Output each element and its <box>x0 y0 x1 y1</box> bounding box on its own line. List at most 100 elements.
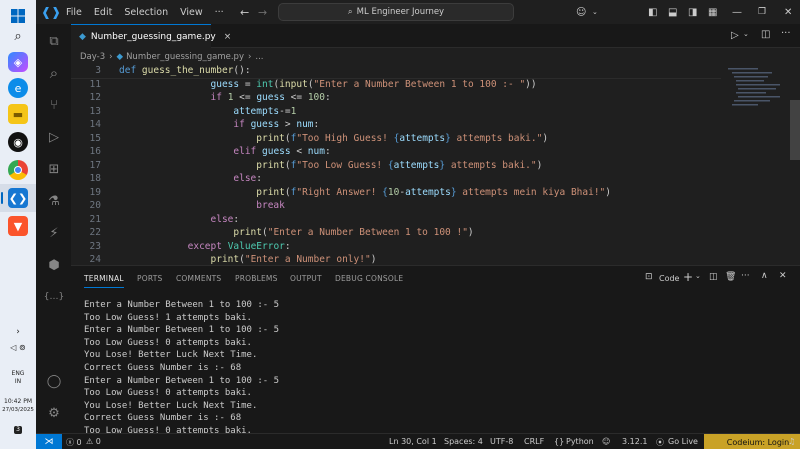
menu-selection[interactable]: Selection <box>124 7 168 18</box>
python-version[interactable]: 3.12.1 <box>622 437 647 446</box>
search-icon[interactable]: ⌕ <box>43 62 65 84</box>
maximize-panel-icon[interactable]: ∧ <box>761 271 768 281</box>
tab-output[interactable]: OUTPUT <box>290 274 322 283</box>
tab-ports[interactable]: PORTS <box>137 274 162 283</box>
file-explorer-icon[interactable]: ▬ <box>8 104 28 124</box>
github-icon[interactable]: ◉ <box>8 132 28 152</box>
run-dropdown-icon[interactable]: ⌄ <box>743 30 749 38</box>
terminal-output[interactable]: Enter a Number Between 1 to 100 :- 5 Too … <box>84 300 279 439</box>
menu-more[interactable]: ··· <box>215 7 224 18</box>
terminal-shell-label[interactable]: Code <box>659 274 679 283</box>
toggle-secondary-sidebar-icon[interactable]: ◨ <box>688 7 697 18</box>
language-mode[interactable]: Python <box>566 437 594 446</box>
tab-problems[interactable]: PROBLEMS <box>235 274 278 283</box>
more-actions-icon[interactable]: ··· <box>741 271 750 281</box>
close-tab-icon[interactable]: × <box>224 32 232 42</box>
command-center-search[interactable]: ⌕ ML Engineer Journey <box>278 3 514 21</box>
tray-language[interactable]: ENG IN <box>0 370 36 386</box>
code-line[interactable]: 15 print(f"Too High Guess! {attempts} att… <box>71 133 721 147</box>
more-actions-icon[interactable]: ··· <box>781 28 791 39</box>
go-live-icon[interactable]: ⦿ <box>656 437 664 448</box>
toggle-panel-icon[interactable]: ⬓ <box>668 7 677 18</box>
code-line[interactable]: 24 print("Enter a Number only!") <box>71 254 721 264</box>
menu-edit[interactable]: Edit <box>94 7 112 18</box>
tab-comments[interactable]: COMMENTS <box>176 274 221 283</box>
split-editor-icon[interactable]: ◫ <box>761 29 770 40</box>
encoding[interactable]: UTF-8 <box>490 437 513 446</box>
terminal-dropdown-icon[interactable]: ⌄ <box>695 272 701 280</box>
errors-count[interactable]: ⓧ 0 <box>66 437 82 448</box>
codeium-login-button[interactable]: Codeium: Login <box>704 434 800 449</box>
cursor-position[interactable]: Ln 30, Col 1 <box>389 437 437 446</box>
nav-forward-icon[interactable]: → <box>258 6 267 19</box>
minimap[interactable] <box>724 64 790 264</box>
json-tools-icon[interactable]: {…} <box>43 286 65 308</box>
toggle-primary-sidebar-icon[interactable]: ◧ <box>648 7 657 18</box>
accounts-icon[interactable]: ◯ <box>43 370 65 392</box>
edge-icon[interactable]: e <box>8 78 28 98</box>
go-live-label[interactable]: Go Live <box>668 437 698 446</box>
remote-indicator-icon[interactable]: ⋊ <box>36 434 62 449</box>
vscode-taskbar-icon[interactable]: ❮❯ <box>8 188 28 208</box>
live-share-icon[interactable]: ⚡ <box>43 222 65 244</box>
menu-file[interactable]: File <box>66 7 82 18</box>
terminal-line: You Lose! Better Luck Next Time. <box>84 400 258 411</box>
code-line[interactable]: 19 print(f"Right Answer! {10-attempts} at… <box>71 187 721 201</box>
code-line[interactable]: 22 print("Enter a Number Between 1 to 100… <box>71 227 721 241</box>
customize-layout-icon[interactable]: ▦ <box>708 7 717 18</box>
breadcrumb-more[interactable]: ... <box>255 52 263 62</box>
code-line[interactable]: 14 if guess > num: <box>71 119 721 133</box>
restore-icon[interactable]: ❐ <box>758 7 766 17</box>
tray-status-icons[interactable]: ◁ ⊚ <box>0 344 36 352</box>
split-terminal-icon[interactable]: ◫ <box>709 272 718 282</box>
chrome-icon[interactable] <box>8 160 28 180</box>
indentation[interactable]: Spaces: 4 <box>444 437 483 446</box>
menu-view[interactable]: View <box>180 7 203 18</box>
tab-debug-console[interactable]: DEBUG CONSOLE <box>335 274 403 283</box>
minimize-icon[interactable]: — <box>732 7 742 18</box>
close-window-icon[interactable]: ✕ <box>784 7 792 18</box>
code-line[interactable]: 13 attempts-=1 <box>71 106 721 120</box>
explorer-icon[interactable]: ⧉ <box>43 30 65 52</box>
code-line[interactable]: 18 else: <box>71 173 721 187</box>
breadcrumb-folder[interactable]: Day-3 <box>80 52 105 62</box>
code-line[interactable]: 11 guess = int(input("Enter a Number Betw… <box>71 79 721 93</box>
code-line[interactable]: 20 break <box>71 200 721 214</box>
extensions-icon[interactable]: ⊞ <box>43 158 65 180</box>
code-editor[interactable]: 3 def guess_the_number(): 11 guess = int(in… <box>71 64 721 264</box>
settings-gear-icon[interactable]: ⚙ <box>43 402 65 424</box>
source-control-icon[interactable]: ⑂ <box>43 94 65 116</box>
code-line[interactable]: 17 print(f"Too Low Guess! {attempts} atte… <box>71 160 721 174</box>
windows-start-icon[interactable] <box>8 6 28 26</box>
close-panel-icon[interactable]: ✕ <box>779 271 787 281</box>
warnings-count[interactable]: ⚠ 0 <box>86 437 101 446</box>
copilot-icon[interactable]: ◈ <box>8 52 28 72</box>
breadcrumb-file[interactable]: Number_guessing_game.py <box>126 52 244 62</box>
tab-number-guessing-game[interactable]: ◆ Number_guessing_game.py × <box>71 24 231 48</box>
new-terminal-icon[interactable]: + <box>683 270 693 284</box>
copilot-icon[interactable]: ☺ <box>576 7 586 18</box>
notifications-bell-icon[interactable]: ♫ <box>788 437 795 446</box>
code-line[interactable]: 23 except ValueError: <box>71 241 721 255</box>
kill-terminal-icon[interactable]: 🗑 <box>725 272 736 282</box>
run-python-file-icon[interactable]: ▷ <box>731 30 739 41</box>
language-braces-icon[interactable]: {} <box>554 437 564 446</box>
copilot-dropdown-icon[interactable]: ⌄ <box>592 8 598 16</box>
copilot-status-icon[interactable]: ☺ <box>602 437 610 446</box>
line-endings[interactable]: CRLF <box>524 437 544 446</box>
show-hidden-icons-icon[interactable]: › <box>0 328 36 337</box>
tray-clock[interactable]: 10:42 PM 27/03/2025 <box>0 398 36 414</box>
nav-back-icon[interactable]: ← <box>240 6 249 19</box>
run-debug-icon[interactable]: ▷ <box>43 126 65 148</box>
tab-terminal[interactable]: TERMINAL <box>84 274 124 288</box>
code-line[interactable]: 3 def guess_the_number(): <box>71 65 721 79</box>
testing-icon[interactable]: ⚗ <box>43 190 65 212</box>
notification-icon[interactable]: 3 <box>0 426 36 434</box>
code-line[interactable]: 16 elif guess < num: <box>71 146 721 160</box>
python-icon[interactable]: ⬢ <box>43 254 65 276</box>
editor-scrollbar[interactable] <box>790 100 800 160</box>
brave-icon[interactable]: ▼ <box>8 216 28 236</box>
code-line[interactable]: 21 else: <box>71 214 721 228</box>
search-icon[interactable]: ⌕ <box>8 26 28 46</box>
code-line[interactable]: 12 if 1 <= guess <= 100: <box>71 92 721 106</box>
